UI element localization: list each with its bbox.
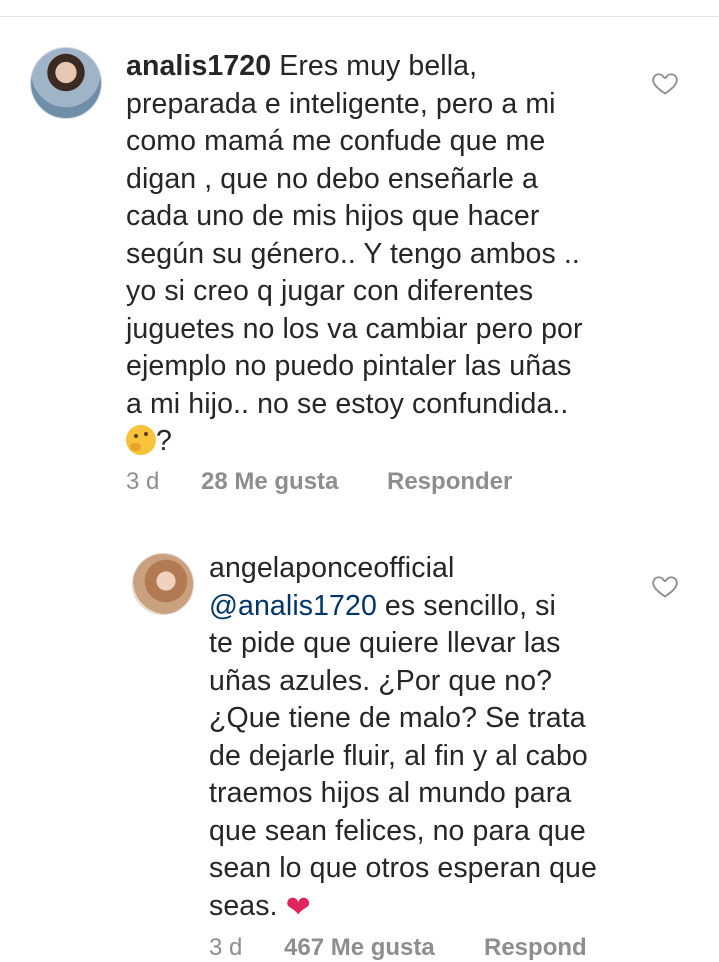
comment-line: ? <box>156 425 172 457</box>
comment-username[interactable]: analis1720 <box>126 50 271 82</box>
comment-line: cada uno de mis hijos que hacer <box>126 200 540 232</box>
thinking-face-icon <box>126 425 156 455</box>
comment-text: analis1720 Eres muy bella, preparada e i… <box>126 48 626 461</box>
comment-line: Eres muy bella, <box>271 50 478 82</box>
reply-button[interactable]: Respond <box>484 934 587 962</box>
comment-line: preparada e inteligente, pero a mi <box>126 87 556 120</box>
comment-line: ¿Que tiene de malo? Se trata <box>209 702 586 734</box>
timestamp: 3 d <box>209 934 243 961</box>
comment-meta: 3 d 28 Me gusta Responder <box>126 468 512 496</box>
comment-line: digan , que no debo enseñarle a <box>126 162 538 195</box>
avatar[interactable] <box>30 47 102 119</box>
comment-line: te pide que quiere llevar las <box>209 627 561 659</box>
likes-count[interactable]: 28 Me gusta <box>201 468 387 496</box>
reply-button[interactable]: Responder <box>387 468 512 496</box>
comment-line: es sencillo, si <box>376 589 556 622</box>
red-heart-icon: ❤ <box>285 890 311 924</box>
comment-text: angelaponceofficial @analis1720 es senci… <box>209 550 629 926</box>
mention-link[interactable]: @analis1720 <box>209 590 377 622</box>
comment-line: de dejarle fluir, al fin y al cabo <box>209 739 588 772</box>
avatar[interactable] <box>132 553 194 615</box>
comment-line: traemos hijos al mundo para <box>209 777 572 809</box>
comment-line: seas. <box>209 889 286 922</box>
divider <box>0 16 719 17</box>
heart-outline-icon[interactable] <box>651 572 679 600</box>
comment-line: uñas azules. ¿Por que no? <box>209 664 553 697</box>
comment-line: ejemplo no puedo pintaler las uñas <box>126 350 572 382</box>
heart-outline-icon[interactable] <box>651 69 679 97</box>
comment-line: según su género.. Y tengo ambos .. <box>126 237 580 270</box>
comment-line: sean lo que otros esperan que <box>209 852 597 884</box>
comment: analis1720 Eres muy bella, preparada e i… <box>0 40 719 500</box>
likes-count[interactable]: 467 Me gusta <box>284 934 484 962</box>
comment-line: que sean felices, no para que <box>209 814 586 847</box>
reply-comment: angelaponceofficial @analis1720 es senci… <box>0 545 719 962</box>
comment-line: como mamá me confude que me <box>126 125 546 157</box>
comment-line: yo si creo q jugar con diferentes <box>126 275 534 307</box>
comment-username[interactable]: angelaponceofficial <box>209 552 454 584</box>
timestamp: 3 d <box>126 468 160 495</box>
comment-line: a mi hijo.. no se estoy confundida.. <box>126 387 569 420</box>
comment-meta: 3 d 467 Me gusta Respond <box>209 934 587 962</box>
comment-line: juguetes no los va cambiar pero por <box>126 312 583 345</box>
